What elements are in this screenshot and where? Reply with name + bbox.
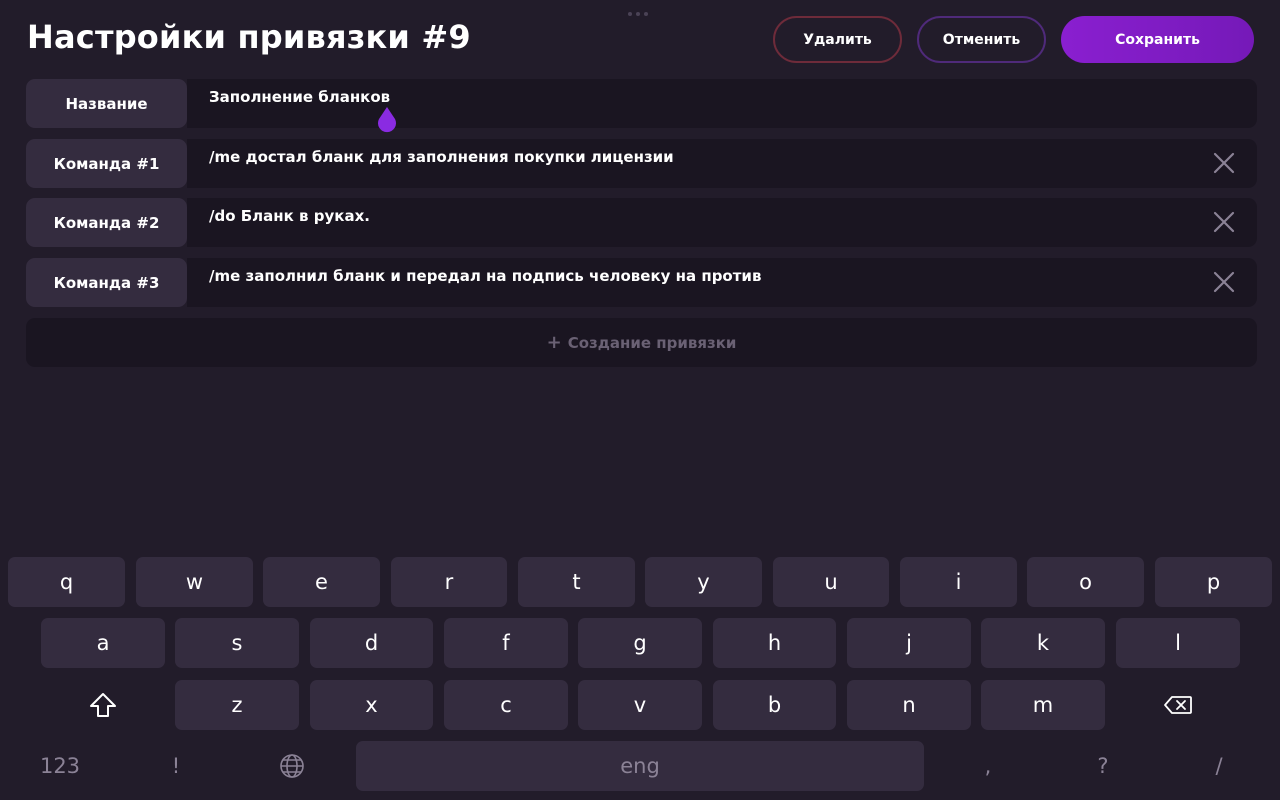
key-j[interactable]: j (847, 618, 971, 668)
close-icon[interactable] (1213, 152, 1235, 174)
key-b[interactable]: b (713, 680, 836, 730)
space-key[interactable]: eng (356, 741, 924, 791)
key-m[interactable]: m (981, 680, 1105, 730)
key-c[interactable]: c (444, 680, 568, 730)
key-y[interactable]: y (645, 557, 762, 607)
row-label: Название (26, 79, 187, 128)
command-row: Команда #3 /me заполнил бланк и передал … (26, 258, 1257, 307)
numbers-key[interactable]: 123 (8, 741, 112, 791)
close-icon[interactable] (1213, 211, 1235, 233)
name-field[interactable]: Заполнение бланков (187, 79, 1257, 133)
comma-key[interactable]: , (936, 741, 1040, 791)
command-field[interactable]: /do Бланк в руках. (187, 198, 1257, 247)
question-key[interactable]: ? (1051, 741, 1155, 791)
command-row: Команда #2 /do Бланк в руках. (26, 198, 1257, 247)
command-field[interactable]: /me достал бланк для заполнения покупки … (187, 139, 1257, 188)
command-field-value: /me достал бланк для заполнения покупки … (209, 148, 674, 166)
key-d[interactable]: d (310, 618, 433, 668)
backspace-key[interactable] (1116, 680, 1240, 730)
key-f[interactable]: f (444, 618, 568, 668)
key-q[interactable]: q (8, 557, 125, 607)
language-key[interactable] (240, 741, 344, 791)
slash-key[interactable]: / (1167, 741, 1271, 791)
row-label: Команда #1 (26, 139, 187, 188)
backspace-icon (1164, 696, 1192, 714)
command-row: Команда #1 /me достал бланк для заполнен… (26, 139, 1257, 188)
key-r[interactable]: r (391, 557, 507, 607)
key-z[interactable]: z (175, 680, 299, 730)
delete-button[interactable]: Удалить (773, 16, 902, 63)
key-a[interactable]: a (41, 618, 165, 668)
shift-key[interactable] (41, 680, 165, 730)
text-cursor-handle-icon[interactable] (375, 105, 399, 135)
key-v[interactable]: v (578, 680, 702, 730)
key-g[interactable]: g (578, 618, 702, 668)
shift-icon (90, 693, 116, 717)
exclamation-key[interactable]: ! (124, 741, 228, 791)
key-p[interactable]: p (1155, 557, 1272, 607)
create-binding-label: Создание привязки (567, 333, 737, 352)
key-u[interactable]: u (773, 557, 889, 607)
close-icon[interactable] (1213, 271, 1235, 293)
save-button[interactable]: Сохранить (1061, 16, 1254, 63)
key-t[interactable]: t (518, 557, 635, 607)
key-o[interactable]: o (1027, 557, 1144, 607)
page-title: Настройки привязки #9 (27, 18, 471, 56)
row-label: Команда #3 (26, 258, 187, 307)
key-h[interactable]: h (713, 618, 836, 668)
command-field-value: /me заполнил бланк и передал на подпись … (209, 267, 762, 285)
command-field-value: /do Бланк в руках. (209, 207, 370, 225)
row-label: Команда #2 (26, 198, 187, 247)
plus-icon: + (546, 331, 562, 353)
key-l[interactable]: l (1116, 618, 1240, 668)
globe-icon (280, 754, 304, 778)
command-field[interactable]: /me заполнил бланк и передал на подпись … (187, 258, 1257, 307)
drag-handle[interactable] (628, 12, 648, 16)
name-row: Название Заполнение бланков (26, 79, 1257, 133)
key-s[interactable]: s (175, 618, 299, 668)
key-e[interactable]: e (263, 557, 380, 607)
key-x[interactable]: x (310, 680, 433, 730)
key-n[interactable]: n (847, 680, 971, 730)
key-k[interactable]: k (981, 618, 1105, 668)
key-w[interactable]: w (136, 557, 253, 607)
key-i[interactable]: i (900, 557, 1017, 607)
name-field-value: Заполнение бланков (209, 88, 391, 106)
cancel-button[interactable]: Отменить (917, 16, 1046, 63)
create-binding-button[interactable]: + Создание привязки (26, 318, 1257, 367)
